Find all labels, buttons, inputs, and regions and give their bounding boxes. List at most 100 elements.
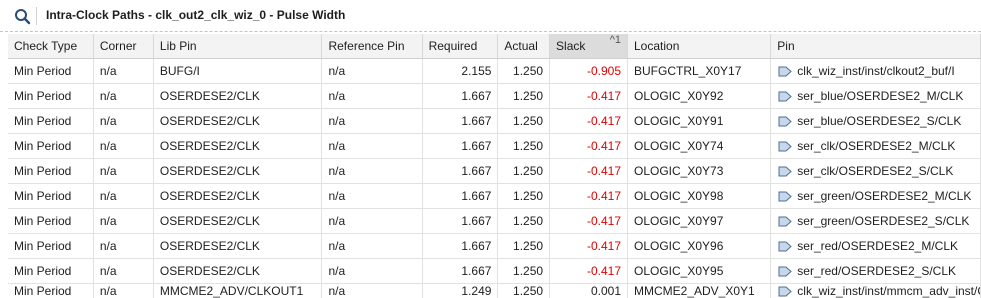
check-type-cell: Min Period [8, 233, 94, 259]
pin-label: clk_wiz_inst/inst/clkout2_buf/I [797, 63, 955, 78]
column-header-lib-pin[interactable]: Lib Pin [153, 34, 323, 59]
pin-icon [778, 66, 793, 76]
pin-icon [778, 166, 793, 176]
corner-cell: n/a [93, 158, 154, 184]
table-row[interactable]: Min Period n/a OSERDESE2/CLK n/a 1.667 1.250-… [8, 108, 981, 134]
panel-title: Intra-Clock Paths - clk_out2_clk_wiz_0 -… [46, 8, 346, 22]
pin-icon [778, 286, 793, 296]
actual-cell: 1.250 [497, 183, 551, 209]
required-cell: 1.667 [422, 233, 499, 259]
location-cell: OLOGIC_X0Y98 [627, 183, 772, 209]
pin-label: ser_blue/OSERDESE2_S/CLK [797, 113, 962, 128]
location-cell: OLOGIC_X0Y95 [627, 258, 772, 284]
column-header-actual[interactable]: Actual [497, 34, 551, 59]
pin-icon [778, 116, 793, 126]
slack-cell: -0.417 [549, 258, 628, 284]
slack-cell: 0.001 [549, 283, 628, 298]
table-row[interactable]: Min Period n/a OSERDESE2/CLK n/a 1.667 1.250-… [8, 158, 981, 184]
corner-cell: n/a [93, 258, 154, 284]
corner-cell: n/a [93, 233, 154, 259]
actual-cell: 1.250 [497, 58, 551, 84]
title-separator [36, 7, 37, 25]
pin-cell: ser_red/OSERDESE2_S/CLK [770, 258, 981, 284]
column-header-location[interactable]: Location [627, 34, 772, 59]
slack-cell: -0.417 [549, 83, 628, 109]
reference-pin-cell: n/a [321, 283, 423, 298]
check-type-cell: Min Period [8, 183, 94, 209]
pin-cell: clk_wiz_inst/inst/clkout2_buf/I [770, 58, 981, 84]
lib-pin-cell: OSERDESE2/CLK [153, 133, 323, 159]
pin-icon [778, 141, 793, 151]
column-header-slack-label: Slack [556, 38, 586, 53]
pin-label: ser_clk/OSERDESE2_S/CLK [797, 163, 954, 178]
check-type-cell: Min Period [8, 283, 94, 298]
required-cell: 1.667 [422, 108, 499, 134]
actual-cell: 1.250 [497, 283, 551, 298]
lib-pin-cell: MMCME2_ADV/CLKOUT1 [153, 283, 323, 298]
column-header-pin[interactable]: Pin [770, 34, 981, 59]
required-cell: 1.667 [422, 208, 499, 234]
pin-label: ser_green/OSERDESE2_M/CLK [797, 188, 972, 203]
reference-pin-cell: n/a [321, 83, 423, 109]
reference-pin-cell: n/a [321, 208, 423, 234]
location-cell: OLOGIC_X0Y97 [627, 208, 772, 234]
table-row[interactable]: Min Period n/a OSERDESE2/CLK n/a 1.667 1.250-… [8, 133, 981, 159]
slack-cell: -0.905 [549, 58, 628, 84]
timing-table: Check Type Corner Lib Pin Reference Pin … [8, 34, 981, 298]
column-header-check-type[interactable]: Check Type [8, 34, 94, 59]
actual-cell: 1.250 [497, 108, 551, 134]
corner-cell: n/a [93, 283, 154, 298]
location-cell: OLOGIC_X0Y73 [627, 158, 772, 184]
pin-label: ser_red/OSERDESE2_M/CLK [797, 238, 959, 253]
column-header-slack[interactable]: Slack ^1 [549, 34, 628, 59]
location-cell: OLOGIC_X0Y74 [627, 133, 772, 159]
reference-pin-cell: n/a [321, 183, 423, 209]
location-cell: OLOGIC_X0Y91 [627, 108, 772, 134]
corner-cell: n/a [93, 208, 154, 234]
slack-cell: -0.417 [549, 208, 628, 234]
pin-cell: ser_green/OSERDESE2_S/CLK [770, 208, 981, 234]
actual-cell: 1.250 [497, 158, 551, 184]
slack-cell: -0.417 [549, 183, 628, 209]
lib-pin-cell: OSERDESE2/CLK [153, 158, 323, 184]
actual-cell: 1.250 [497, 208, 551, 234]
pin-label: ser_green/OSERDESE2_S/CLK [797, 213, 970, 228]
pin-cell: ser_red/OSERDESE2_M/CLK [770, 233, 981, 259]
table-row[interactable]: Min Period n/a OSERDESE2/CLK n/a 1.667 1.250-… [8, 83, 981, 109]
pin-icon [778, 191, 793, 201]
pin-cell: clk_wiz_inst/inst/mmcm_adv_inst/CLKOUT1 [770, 283, 981, 298]
check-type-cell: Min Period [8, 258, 94, 284]
check-type-cell: Min Period [8, 108, 94, 134]
actual-cell: 1.250 [497, 233, 551, 259]
table-row[interactable]: Min Period n/a OSERDESE2/CLK n/a 1.667 1.250-… [8, 183, 981, 209]
table-row[interactable]: Min Period n/a OSERDESE2/CLK n/a 1.667 1.250-… [8, 233, 981, 259]
required-cell: 2.155 [422, 58, 499, 84]
table-row[interactable]: Min Period n/a MMCME2_ADV/CLKOUT1 n/a 1.249 1… [8, 283, 981, 298]
panel-header: Intra-Clock Paths - clk_out2_clk_wiz_0 -… [0, 0, 981, 32]
actual-cell: 1.250 [497, 133, 551, 159]
slack-cell: -0.417 [549, 158, 628, 184]
column-header-corner[interactable]: Corner [93, 34, 154, 59]
search-icon[interactable] [13, 7, 33, 27]
table-row[interactable]: Min Period n/a BUFG/I n/a 2.155 1.250 -0.905 BU… [8, 58, 981, 84]
table-row[interactable]: Min Period n/a OSERDESE2/CLK n/a 1.667 1.250-… [8, 208, 981, 234]
reference-pin-cell: n/a [321, 158, 423, 184]
table-row[interactable]: Min Period n/a OSERDESE2/CLK n/a 1.667 1.250-… [8, 258, 981, 284]
column-header-reference-pin[interactable]: Reference Pin [321, 34, 423, 59]
lib-pin-cell: BUFG/I [153, 58, 323, 84]
reference-pin-cell: n/a [321, 108, 423, 134]
check-type-cell: Min Period [8, 58, 94, 84]
column-header-required[interactable]: Required [422, 34, 499, 59]
check-type-cell: Min Period [8, 158, 94, 184]
pin-cell: ser_clk/OSERDESE2_S/CLK [770, 158, 981, 184]
pin-label: ser_red/OSERDESE2_S/CLK [797, 263, 957, 278]
table-header-row: Check Type Corner Lib Pin Reference Pin … [8, 34, 981, 59]
reference-pin-cell: n/a [321, 233, 423, 259]
corner-cell: n/a [93, 83, 154, 109]
corner-cell: n/a [93, 58, 154, 84]
lib-pin-cell: OSERDESE2/CLK [153, 258, 323, 284]
slack-cell: -0.417 [549, 133, 628, 159]
pin-label: ser_clk/OSERDESE2_M/CLK [797, 138, 956, 153]
location-cell: MMCME2_ADV_X0Y1 [627, 283, 772, 298]
corner-cell: n/a [93, 108, 154, 134]
